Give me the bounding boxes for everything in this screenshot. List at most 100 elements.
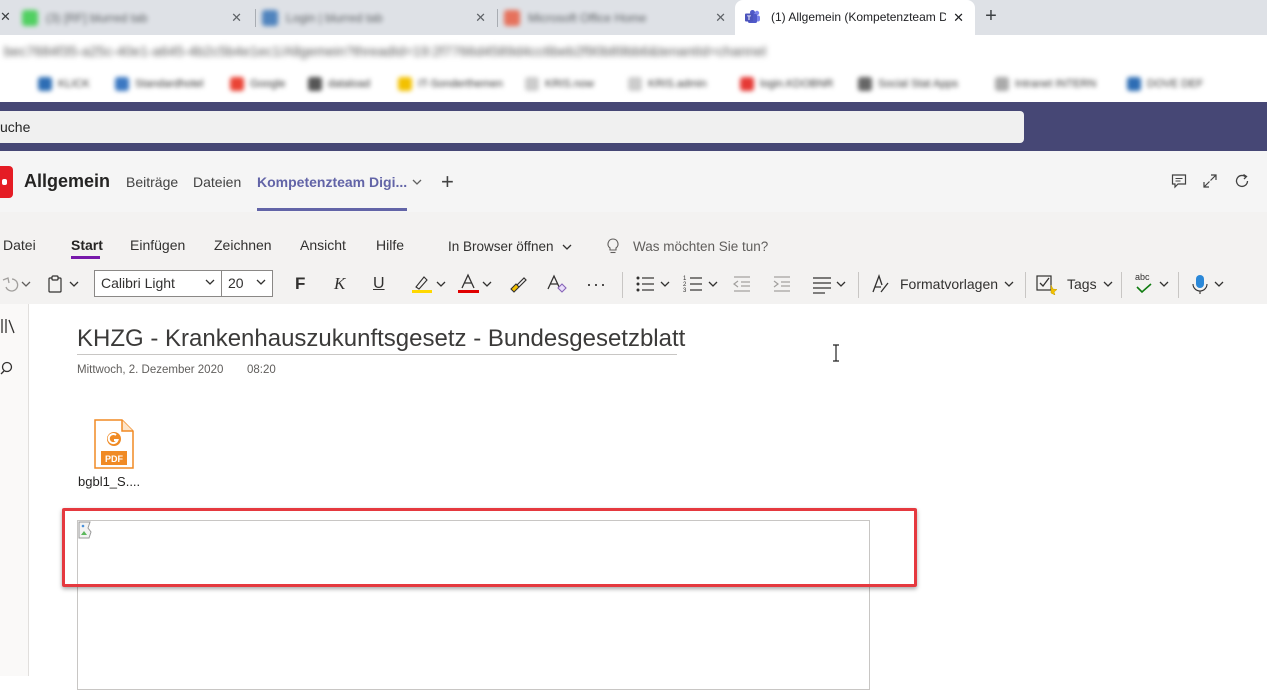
- tab-favicon-icon: [504, 9, 520, 26]
- decrease-indent-icon[interactable]: [731, 273, 753, 295]
- active-menu-indicator: [71, 256, 100, 259]
- toolbar-divider: [858, 272, 859, 298]
- folder-icon: [398, 77, 412, 91]
- page-title[interactable]: KHZG - Krankenhauszukunftsgesetz - Bunde…: [77, 325, 685, 353]
- open-in-browser-label: In Browser öffnen: [448, 239, 554, 254]
- styles-button[interactable]: Formatvorlagen: [870, 268, 1016, 300]
- bookmark-item[interactable]: DOVE DEF: [1127, 77, 1203, 91]
- tab-label: Login | blurred tab: [286, 10, 383, 25]
- tell-me-search[interactable]: Was möchten Sie tun?: [633, 239, 768, 254]
- notebooks-icon[interactable]: [0, 318, 16, 334]
- search-icon[interactable]: [0, 360, 16, 376]
- svg-text:T: T: [747, 15, 751, 22]
- menu-start[interactable]: Start: [71, 237, 103, 253]
- bookmark-item[interactable]: Google: [230, 77, 285, 91]
- chevron-down-icon[interactable]: [410, 175, 424, 189]
- bookmark-item[interactable]: login.KDOBNR: [740, 77, 833, 91]
- tab-close-icon[interactable]: ✕: [0, 9, 11, 25]
- bookmark-item[interactable]: Standardhotel: [115, 77, 204, 91]
- clipboard-icon[interactable]: [46, 274, 84, 294]
- tab-files[interactable]: Dateien: [193, 174, 241, 190]
- conversation-icon[interactable]: [1170, 172, 1188, 190]
- bookmark-icon: [230, 77, 244, 91]
- bookmark-item[interactable]: KRIS.now: [525, 77, 594, 91]
- bookmark-item[interactable]: KLICK: [38, 77, 90, 91]
- search-input[interactable]: uche: [0, 111, 1024, 143]
- add-tab-button[interactable]: +: [441, 169, 454, 195]
- open-in-browser-button[interactable]: In Browser öffnen: [448, 239, 573, 254]
- bookmark-icon: [38, 77, 52, 91]
- tab-close-icon[interactable]: ✕: [475, 10, 486, 26]
- font-name-value: Calibri Light: [101, 275, 175, 291]
- font-color-icon[interactable]: [457, 273, 495, 295]
- browser-tab[interactable]: (3) [RF] blurred tab ✕: [22, 0, 250, 35]
- spelling-button[interactable]: abc: [1133, 268, 1171, 300]
- new-tab-button[interactable]: +: [980, 5, 1002, 28]
- page-time: 08:20: [247, 364, 276, 376]
- bookmark-icon: [995, 77, 1009, 91]
- bold-button[interactable]: F: [295, 268, 305, 300]
- pdf-attachment[interactable]: PDF: [94, 419, 134, 469]
- address-bar[interactable]: bec7684f35-a25c-40e1-a645-4b2c5b4e1ec1/A…: [0, 35, 1267, 69]
- menu-draw[interactable]: Zeichnen: [214, 237, 272, 253]
- spell-check-icon: [1136, 283, 1152, 293]
- channel-name: Allgemein: [24, 171, 111, 191]
- bookmark-item[interactable]: KRIS.admin: [628, 77, 707, 91]
- red-highlight-annotation: [62, 508, 917, 587]
- chevron-down-icon: [205, 279, 215, 285]
- highlighter-icon[interactable]: [410, 273, 448, 295]
- tab-close-icon[interactable]: ✕: [715, 10, 726, 26]
- search-placeholder: uche: [0, 119, 31, 135]
- bookmark-item[interactable]: Intranet INTERN: [995, 77, 1096, 91]
- tab-kompetenzteam[interactable]: Kompetenzteam Digi...: [257, 174, 407, 190]
- increase-indent-icon[interactable]: [771, 273, 793, 295]
- browser-tab[interactable]: Microsoft Office Home ✕: [504, 0, 734, 35]
- svg-text:3: 3: [683, 288, 687, 294]
- navigation-rail: [0, 304, 29, 676]
- dictate-button[interactable]: [1190, 268, 1226, 300]
- bookmark-icon: [628, 77, 642, 91]
- bookmark-icon: [858, 77, 872, 91]
- attachment-filename[interactable]: bgbl1_S....: [78, 474, 140, 489]
- bookmark-item[interactable]: dataload: [308, 77, 370, 91]
- font-size-select[interactable]: 20: [221, 270, 273, 297]
- clear-formatting-icon[interactable]: [545, 273, 569, 295]
- refresh-icon[interactable]: [1233, 172, 1251, 190]
- team-avatar[interactable]: [0, 166, 13, 198]
- font-name-select[interactable]: Calibri Light: [94, 270, 222, 297]
- expand-icon[interactable]: [1201, 172, 1219, 190]
- undo-icon[interactable]: [0, 275, 34, 293]
- menu-file[interactable]: Datei: [3, 237, 36, 253]
- chevron-down-icon: [1004, 281, 1014, 287]
- tab-favicon-icon: [22, 9, 38, 26]
- bookmark-item[interactable]: Social Stat Apps: [858, 77, 958, 91]
- bookmarks-bar: KLICK Standardhotel Google dataload IT-S…: [0, 69, 1234, 102]
- teams-favicon-icon: T: [745, 10, 760, 23]
- menu-view[interactable]: Ansicht: [300, 237, 346, 253]
- tags-button[interactable]: Tags: [1035, 268, 1115, 300]
- italic-button[interactable]: K: [334, 268, 345, 300]
- bookmark-icon: [525, 77, 539, 91]
- align-icon[interactable]: [811, 273, 849, 295]
- lightbulb-icon: [607, 238, 619, 254]
- menu-insert[interactable]: Einfügen: [130, 237, 185, 253]
- bullet-list-icon[interactable]: [634, 273, 672, 295]
- underline-button[interactable]: U: [373, 268, 385, 300]
- chevron-down-icon: [562, 244, 572, 251]
- browser-tab[interactable]: Login | blurred tab ✕: [262, 0, 494, 35]
- tab-posts[interactable]: Beiträge: [126, 174, 178, 190]
- title-underline: [77, 354, 677, 355]
- menu-help[interactable]: Hilfe: [376, 237, 404, 253]
- url-text[interactable]: bec7684f35-a25c-40e1-a645-4b2c5b4e1ec1/A…: [4, 43, 766, 59]
- tab-close-icon[interactable]: ✕: [953, 10, 964, 26]
- microphone-icon: [1192, 275, 1208, 294]
- numbered-list-icon[interactable]: 123: [682, 273, 720, 295]
- tab-close-icon[interactable]: ✕: [231, 10, 242, 26]
- toolbar-divider: [1025, 272, 1026, 298]
- bookmark-icon: [1127, 77, 1141, 91]
- format-painter-icon[interactable]: [507, 273, 529, 295]
- bookmark-item[interactable]: IT-Sonderthemen: [398, 77, 503, 91]
- more-options-button[interactable]: ···: [586, 268, 607, 300]
- tab-label: Microsoft Office Home: [528, 10, 647, 25]
- browser-tab-active[interactable]: T (1) Allgemein (Kompetenzteam D ✕: [735, 0, 975, 35]
